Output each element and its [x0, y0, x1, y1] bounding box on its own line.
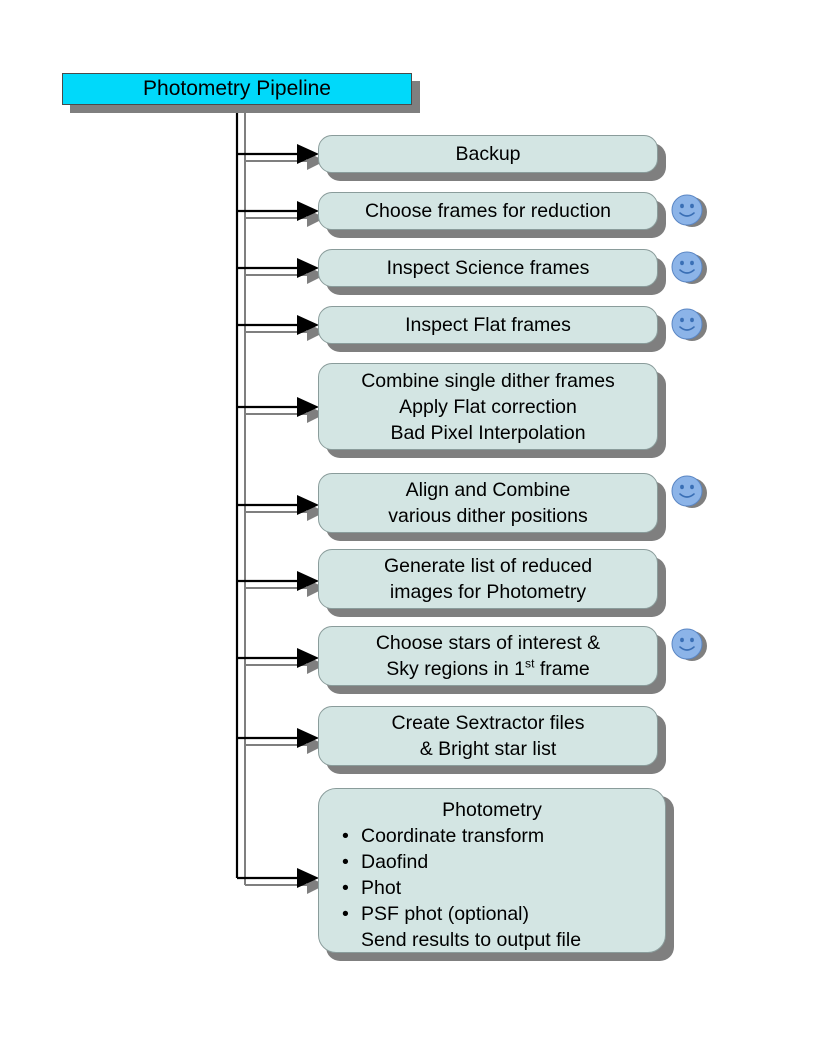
user-interaction-smiley-icon — [671, 308, 707, 341]
step-backup-line-1: Backup — [455, 143, 521, 165]
step-create-sextractor[interactable]: Create Sextractor files & Bright star li… — [318, 706, 658, 766]
bullet-glyph: • — [342, 903, 349, 925]
bullet-glyph: • — [342, 825, 349, 847]
step-align-combine-line-1: Align and Combine — [405, 479, 571, 501]
step-inspect-science[interactable]: Inspect Science frames — [318, 249, 658, 287]
list-item: • Coordinate transform — [331, 823, 653, 849]
step-align-combine[interactable]: Align and Combine various dither positio… — [318, 473, 658, 533]
step-combine-dither-line-2: Apply Flat correction — [399, 395, 577, 418]
bullet-glyph: • — [342, 851, 349, 873]
step-generate-list-line-1: Generate list of reduced — [383, 555, 593, 577]
list-item-label: Daofind — [361, 851, 429, 873]
step-combine-dither-line-1: Combine single dither frames — [361, 369, 615, 392]
list-item-label: Coordinate transform — [361, 825, 545, 847]
list-item-label: PSF phot (optional) — [361, 903, 530, 925]
user-interaction-smiley-icon — [671, 194, 707, 227]
pipeline-title: Photometry Pipeline — [62, 73, 412, 105]
list-item-label: Phot — [361, 877, 402, 899]
pipeline-title-label: Photometry Pipeline — [143, 77, 331, 100]
list-item: • Daofind — [331, 849, 653, 875]
step-photometry-trailing-line: Send results to output file — [361, 929, 582, 951]
step-generate-list[interactable]: Generate list of reduced images for Phot… — [318, 549, 658, 609]
step-generate-list-line-2: images for Photometry — [389, 581, 587, 603]
step-inspect-science-line-1: Inspect Science frames — [386, 257, 590, 279]
flowchart-canvas: Photometry Pipeline Backup Choose frames… — [0, 0, 816, 1056]
step-photometry-header: Photometry — [442, 799, 542, 821]
step-backup[interactable]: Backup — [318, 135, 658, 173]
step-combine-dither-line-3: Bad Pixel Interpolation — [390, 421, 586, 444]
step-photometry[interactable]: Photometry • Coordinate transform • Daofin… — [318, 788, 666, 953]
step-create-sextractor-line-1: Create Sextractor files — [391, 712, 585, 734]
user-interaction-smiley-icon — [671, 475, 707, 508]
step-choose-frames-line-1: Choose frames for reduction — [364, 200, 612, 222]
step-choose-stars-line-1: Choose stars of interest & — [375, 632, 601, 654]
ordinal-suffix: st — [525, 656, 535, 671]
step-inspect-flat[interactable]: Inspect Flat frames — [318, 306, 658, 344]
user-interaction-smiley-icon — [671, 628, 707, 661]
step-photometry-bullet-list: • Coordinate transform • Daofind • Phot • PS… — [331, 823, 653, 927]
step-choose-frames[interactable]: Choose frames for reduction — [318, 192, 658, 230]
user-interaction-smiley-icon — [671, 251, 707, 284]
step-choose-stars[interactable]: Choose stars of interest & Sky regions i… — [318, 626, 658, 686]
list-item: • Phot — [331, 875, 653, 901]
step-inspect-flat-line-1: Inspect Flat frames — [405, 314, 571, 336]
step-combine-dither[interactable]: Combine single dither frames Apply Flat … — [318, 363, 658, 450]
step-align-combine-line-2: various dither positions — [388, 505, 588, 527]
bullet-glyph: • — [342, 877, 349, 899]
step-choose-stars-line-2: Sky regions in 1st frame — [386, 656, 590, 680]
list-item: • PSF phot (optional) — [331, 901, 653, 927]
step-create-sextractor-line-2: & Bright star list — [419, 738, 557, 760]
